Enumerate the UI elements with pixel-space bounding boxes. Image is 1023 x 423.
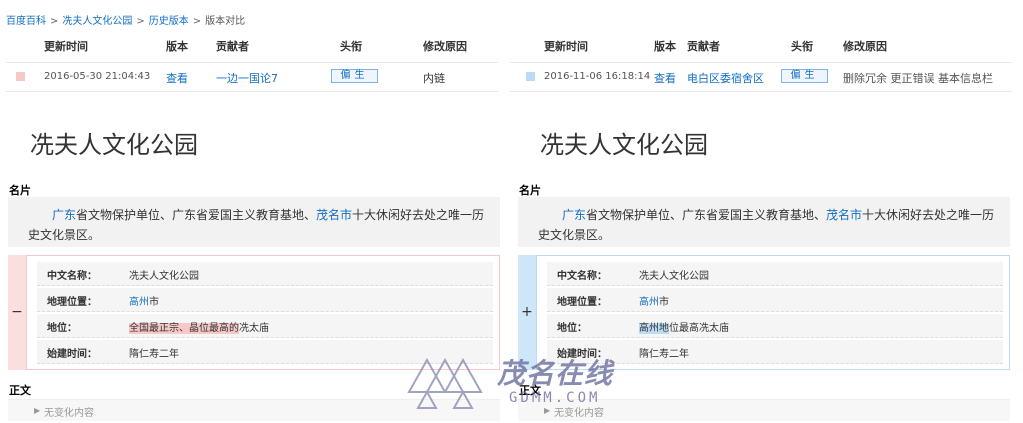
summary-text: 广东省文物保护单位、广东省爱国主义教育基地、茂名市十大休闲好去处之唯一历史文化景… — [28, 208, 485, 242]
header-version: 版本 — [654, 40, 676, 53]
info-row-name: 中文名称： 冼夫人文化公园 — [37, 262, 493, 286]
watermark-text: 茂名在线 — [497, 357, 614, 390]
header-reason: 修改原因 — [423, 40, 467, 53]
site-watermark: 茂名在线 GDMM.COM — [405, 352, 635, 412]
header-title: 头衔 — [340, 40, 362, 53]
removed-indicator: − — [8, 255, 26, 370]
info-row-status: 地位： 高州地位最高冼太庙 — [547, 314, 1003, 338]
title-badge: 偏生 — [781, 69, 828, 83]
info-row-location: 地理位置： 高州市 — [547, 288, 1003, 312]
header-title: 头衔 — [791, 40, 813, 53]
card-section-label: 名片 — [9, 184, 31, 197]
summary-box: 广东省文物保护单位、广东省爱国主义教育基地、茂名市十大休闲好去处之唯一历史文化景… — [518, 197, 1010, 247]
header-version: 版本 — [166, 40, 188, 53]
maoming-link[interactable]: 茂名市 — [316, 208, 352, 222]
expand-triangle-icon: ▶ — [34, 406, 41, 415]
summary-text: 广东省文物保护单位、广东省爱国主义教育基地、茂名市十大休闲好去处之唯一历史文化景… — [538, 208, 995, 242]
contributor-link[interactable]: 电白区委宿舍区 — [687, 70, 764, 86]
header-reason: 修改原因 — [843, 40, 887, 53]
gaozhou-link[interactable]: 高州 — [639, 297, 659, 308]
view-version-link[interactable]: 查看 — [166, 70, 188, 86]
version-color-marker — [16, 72, 25, 81]
watermark-domain: GDMM.COM — [509, 390, 601, 406]
version-color-marker — [526, 72, 535, 81]
maoming-link[interactable]: 茂名市 — [826, 208, 862, 222]
page-title: 冼夫人文化公园 — [540, 131, 708, 159]
info-name-link[interactable]: 冼夫人文化公园 — [129, 267, 199, 282]
info-name-link[interactable]: 冼夫人文化公园 — [639, 267, 709, 282]
header-contributor: 贡献者 — [216, 40, 249, 53]
page-title: 冼夫人文化公园 — [30, 131, 198, 159]
guangdong-link[interactable]: 广东 — [52, 208, 76, 222]
version-time: 2016-11-06 16:18:14 — [544, 71, 651, 82]
guangdong-link[interactable]: 广东 — [562, 208, 586, 222]
watermark-logo-icon — [407, 357, 483, 409]
version-time: 2016-05-30 21:04:43 — [44, 71, 151, 82]
info-row-name: 中文名称： 冼夫人文化公园 — [547, 262, 1003, 286]
edit-reason: 删除冗余 更正错误 基本信息栏 — [843, 72, 993, 85]
header-contributor: 贡献者 — [687, 40, 720, 53]
info-row-location: 地理位置： 高州市 — [37, 288, 493, 312]
view-version-link[interactable]: 查看 — [654, 70, 676, 86]
gaozhou-link[interactable]: 高州 — [129, 297, 149, 308]
body-section-label: 正文 — [9, 384, 31, 397]
header-time: 更新时间 — [44, 40, 88, 53]
added-text: 高州地 — [639, 323, 669, 334]
card-section-label: 名片 — [519, 184, 541, 197]
info-row-status: 地位： 全国最正宗、晶位最高的冼太庙 — [37, 314, 493, 338]
removed-text: 全国最正宗、晶位最高的 — [129, 323, 239, 334]
header-time: 更新时间 — [544, 40, 588, 53]
summary-box: 广东省文物保护单位、广东省爱国主义教育基地、茂名市十大休闲好去处之唯一历史文化景… — [8, 197, 500, 247]
edit-reason: 内链 — [423, 72, 445, 85]
contributor-link[interactable]: 一边一国论7 — [216, 70, 278, 86]
title-badge: 偏生 — [331, 69, 378, 83]
